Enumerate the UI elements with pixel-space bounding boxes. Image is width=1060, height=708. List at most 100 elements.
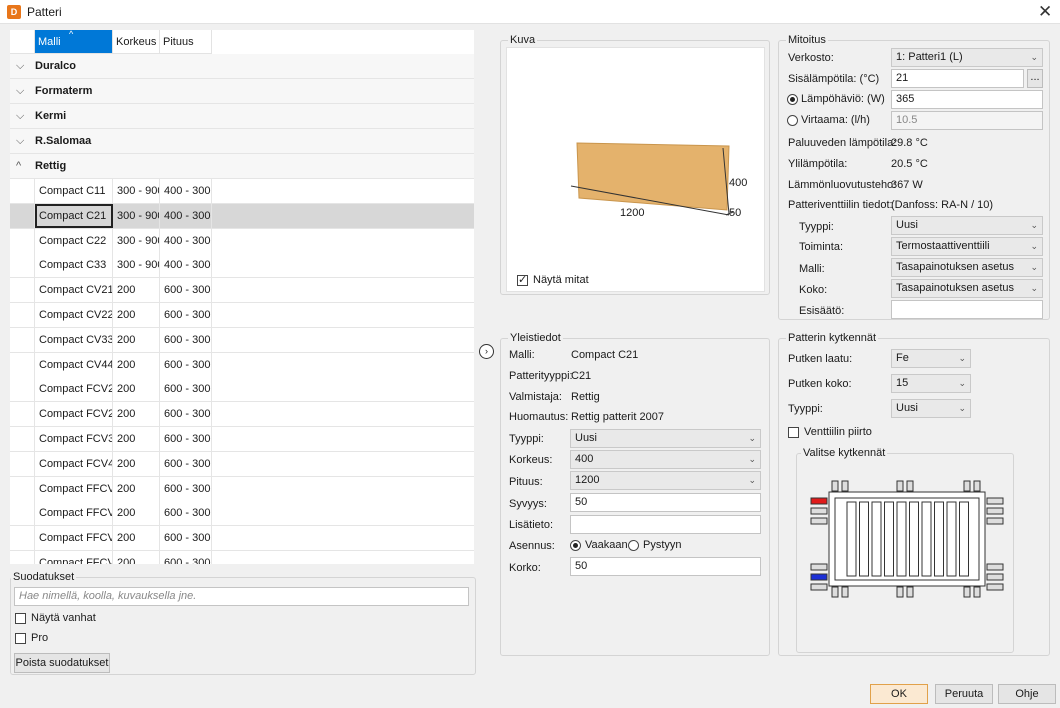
connections-panel: Patterin kytkennät Putken laatu: Fe ⌄ Put… <box>778 332 1050 656</box>
pituus-select[interactable]: 1200 ⌄ <box>570 471 761 490</box>
clear-filters-button[interactable]: Poista suodatukset <box>14 653 110 673</box>
group-row-formaterm[interactable]: ⌵ Formaterm <box>10 79 474 104</box>
table-row[interactable]: Compact FFCV44200600 - 3000 <box>10 551 474 564</box>
table-row[interactable]: Compact CV33 200 600 - 3000 <box>10 327 474 353</box>
connection-selector-legend: Valitse kytkennät <box>801 447 888 459</box>
valve-drawing-checkbox[interactable] <box>788 427 799 438</box>
virtaama-radio[interactable] <box>787 115 798 126</box>
radiator-inner[interactable] <box>834 497 980 581</box>
connection-point-top[interactable] <box>963 480 971 492</box>
table-row[interactable]: Compact FCV22 200 600 - 3000 <box>10 402 474 428</box>
column-header-malli[interactable]: Malli ^ <box>35 30 113 54</box>
syvyys-input[interactable]: 50 <box>570 493 761 512</box>
connection-point-bottom[interactable] <box>831 586 839 598</box>
table-row[interactable]: Compact FFCV33200600 - 3000 <box>10 526 474 552</box>
table-row[interactable]: Compact FCV33 200 600 - 3000 <box>10 427 474 452</box>
connection-point-left[interactable] <box>810 507 828 515</box>
pro-checkbox[interactable] <box>15 633 26 644</box>
connection-diagram[interactable] <box>797 454 1013 650</box>
show-dimensions-checkbox[interactable] <box>517 273 528 286</box>
group-row-rettig[interactable]: ^ Rettig <box>10 154 474 179</box>
pystyyn-radio[interactable] <box>628 540 639 551</box>
connection-point-right[interactable] <box>986 517 1004 525</box>
presetting-input[interactable] <box>891 300 1043 319</box>
radiator-section <box>859 501 869 577</box>
close-icon[interactable]: ✕ <box>1038 2 1052 22</box>
connection-point-bottom[interactable] <box>896 586 904 598</box>
help-button[interactable]: Ohje <box>998 684 1056 704</box>
supply-connection[interactable] <box>810 497 828 505</box>
table-row[interactable]: Compact FFCV22200600 - 3000 <box>10 501 474 527</box>
korko-input[interactable]: 50 <box>570 557 761 576</box>
verkosto-select[interactable]: 1: Patteri1 (L) ⌄ <box>891 48 1043 67</box>
cancel-button[interactable]: Peruuta <box>935 684 993 704</box>
connection-point-right[interactable] <box>986 583 1004 591</box>
connection-point-bottom[interactable] <box>963 586 971 598</box>
connection-point-top[interactable] <box>831 480 839 492</box>
return-connection[interactable] <box>810 573 828 581</box>
tyyppi-select[interactable]: Uusi ⌄ <box>570 429 761 448</box>
connection-point-left[interactable] <box>810 563 828 571</box>
sisalampotila-input[interactable]: 21 <box>891 69 1024 88</box>
valve-size-select[interactable]: Tasapainotuksen asetus ⌄ <box>891 279 1043 298</box>
radiator-section <box>946 501 957 577</box>
table-row[interactable]: Compact C21 300 - 900 400 - 3000 <box>10 203 474 229</box>
table-row[interactable]: Compact FFCV21200600 - 3000 <box>10 476 474 502</box>
connection-point-right[interactable] <box>986 497 1004 505</box>
connection-point-right[interactable] <box>986 507 1004 515</box>
group-row-rsalomaa[interactable]: ⌵ R.Salomaa <box>10 129 474 154</box>
connection-point-bottom[interactable] <box>973 586 981 598</box>
table-row[interactable]: Compact C11 300 - 900 400 - 3000 <box>10 179 474 204</box>
valve-model-select[interactable]: Tasapainotuksen asetus ⌄ <box>891 258 1043 277</box>
cell-height: 200 <box>113 402 160 427</box>
ok-button[interactable]: OK <box>870 684 928 704</box>
connection-point-top[interactable] <box>896 480 904 492</box>
table-row[interactable]: Compact CV21 200 600 - 3000 <box>10 278 474 304</box>
connection-point-right[interactable] <box>986 563 1004 571</box>
table-row[interactable]: Compact CV44 200 600 - 3000 <box>10 352 474 378</box>
search-input[interactable]: Hae nimellä, koolla, kuvauksella jne. <box>14 587 469 606</box>
presetting-label: Esisäätö: <box>799 305 845 317</box>
general-legend: Yleistiedot <box>508 332 563 344</box>
chevron-right-icon[interactable]: › <box>479 344 494 359</box>
connection-point-right[interactable] <box>986 573 1004 581</box>
lisatieto-input[interactable] <box>570 515 761 534</box>
group-label: Kermi <box>35 110 67 122</box>
pipe-type-select[interactable]: Uusi ⌄ <box>891 399 971 418</box>
pipe-size-select[interactable]: 15 ⌄ <box>891 374 971 393</box>
table-row[interactable]: Compact CV22 200 600 - 3000 <box>10 303 474 328</box>
connection-point-top[interactable] <box>841 480 849 492</box>
lampohavio-input[interactable]: 365 <box>891 90 1043 109</box>
lampohavio-radio[interactable] <box>787 94 798 105</box>
radiator-section <box>884 501 894 577</box>
connection-point-bottom[interactable] <box>906 586 914 598</box>
pipe-quality-select[interactable]: Fe ⌄ <box>891 349 971 368</box>
connection-point-top[interactable] <box>973 480 981 492</box>
column-header-korkeus[interactable]: Korkeus <box>113 30 160 54</box>
column-header-pituus[interactable]: Pituus <box>160 30 212 54</box>
group-row-duralco[interactable]: ⌵ Duralco <box>10 54 474 79</box>
show-old-checkbox[interactable] <box>15 613 26 624</box>
more-button[interactable]: ... <box>1027 69 1043 88</box>
valve-type-select[interactable]: Uusi ⌄ <box>891 216 1043 235</box>
valve-model-value: Tasapainotuksen asetus <box>896 261 1015 273</box>
table-row[interactable]: Compact FCV21 200 600 - 3000 <box>10 377 474 403</box>
korkeus-select[interactable]: 400 ⌄ <box>570 450 761 469</box>
row-header-cell <box>10 402 35 427</box>
virtaama-input[interactable]: 10.5 <box>891 111 1043 130</box>
group-row-kermi[interactable]: ⌵ Kermi <box>10 104 474 129</box>
connection-point-left[interactable] <box>810 583 828 591</box>
dim-height-label: 400 <box>729 177 748 189</box>
pituus-value: 1200 <box>575 474 600 486</box>
table-row[interactable]: Compact C33 300 - 900 400 - 3000 <box>10 253 474 279</box>
table-row[interactable]: Compact FCV44 200 600 - 3000 <box>10 451 474 477</box>
vaakaan-radio[interactable] <box>570 540 581 551</box>
verkosto-value: 1: Patteri1 (L) <box>896 51 963 63</box>
connection-point-top[interactable] <box>906 480 914 492</box>
valve-function-select[interactable]: Termostaattiventtiili ⌄ <box>891 237 1043 256</box>
manufacturer-value: Rettig <box>571 391 600 403</box>
table-row[interactable]: Compact C22 300 - 900 400 - 3000 <box>10 228 474 254</box>
radiator-section <box>959 501 969 577</box>
connection-point-bottom[interactable] <box>841 586 849 598</box>
connection-point-left[interactable] <box>810 517 828 525</box>
